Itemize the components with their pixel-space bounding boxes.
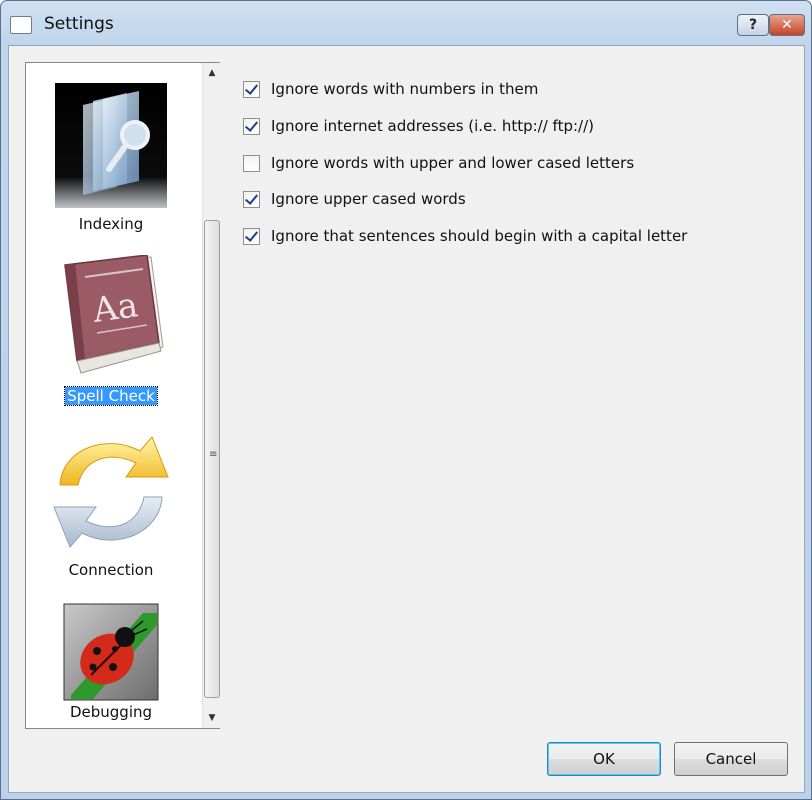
nav-scrollbar[interactable]: ▲ ≡ ▼ [202, 63, 220, 728]
checkbox[interactable] [243, 190, 260, 208]
nav-label-connection: Connection [68, 561, 154, 579]
svg-text:Aa: Aa [89, 285, 140, 331]
option-ignore-mixed-case[interactable]: Ignore words with upper and lower cased … [243, 152, 634, 174]
option-ignore-numbers[interactable]: Ignore words with numbers in them [243, 78, 538, 100]
option-ignore-internet-addresses[interactable]: Ignore internet addresses (i.e. http:// … [243, 115, 594, 137]
app-icon [10, 16, 32, 34]
ladybug-icon [63, 603, 159, 701]
scroll-up-arrow-icon[interactable]: ▲ [203, 64, 221, 81]
ok-button[interactable]: OK [547, 742, 661, 776]
option-label: Ignore words with upper and lower cased … [271, 154, 635, 172]
sync-arrows-icon [48, 429, 174, 554]
option-ignore-upper-case[interactable]: Ignore upper cased words [243, 188, 466, 210]
dictionary-book-icon: Aa [55, 254, 167, 380]
close-button[interactable]: ✕ [769, 14, 805, 36]
nav-item-debugging[interactable]: Debugging [26, 603, 196, 728]
scroll-down-arrow-icon[interactable]: ▼ [203, 709, 221, 726]
help-button[interactable]: ? [737, 14, 769, 36]
checkbox[interactable] [243, 227, 260, 245]
nav-item-connection[interactable]: Connection [26, 429, 196, 589]
nav-label-indexing: Indexing [78, 215, 144, 233]
dialog-body: Indexing Aa Spell Check Connection Debug… [8, 45, 805, 793]
nav-item-indexing[interactable]: Indexing [26, 63, 196, 241]
settings-window: Settings ? ✕ Indexing Aa Spell Check Con… [0, 0, 812, 800]
nav-label-debugging: Debugging [69, 703, 153, 721]
category-list: Indexing Aa Spell Check Connection Debug… [25, 62, 220, 729]
option-label: Ignore that sentences should begin with … [271, 227, 688, 245]
option-label: Ignore upper cased words [271, 190, 466, 208]
window-title: Settings [44, 14, 114, 34]
checkbox[interactable] [243, 80, 260, 98]
nav-item-spell-check[interactable]: Aa Spell Check [26, 254, 196, 415]
nav-label-spell-check: Spell Check [64, 386, 158, 406]
title-bar[interactable]: Settings ? ✕ [1, 1, 811, 49]
option-label: Ignore internet addresses (i.e. http:// … [271, 117, 594, 135]
checkbox[interactable] [243, 154, 260, 172]
indexing-icon [55, 83, 167, 208]
option-ignore-sentence-capital[interactable]: Ignore that sentences should begin with … [243, 225, 687, 247]
cancel-button[interactable]: Cancel [674, 742, 788, 776]
option-label: Ignore words with numbers in them [271, 80, 539, 98]
scroll-thumb[interactable]: ≡ [204, 220, 220, 698]
checkbox[interactable] [243, 117, 260, 135]
scroll-grip-icon: ≡ [209, 449, 218, 460]
